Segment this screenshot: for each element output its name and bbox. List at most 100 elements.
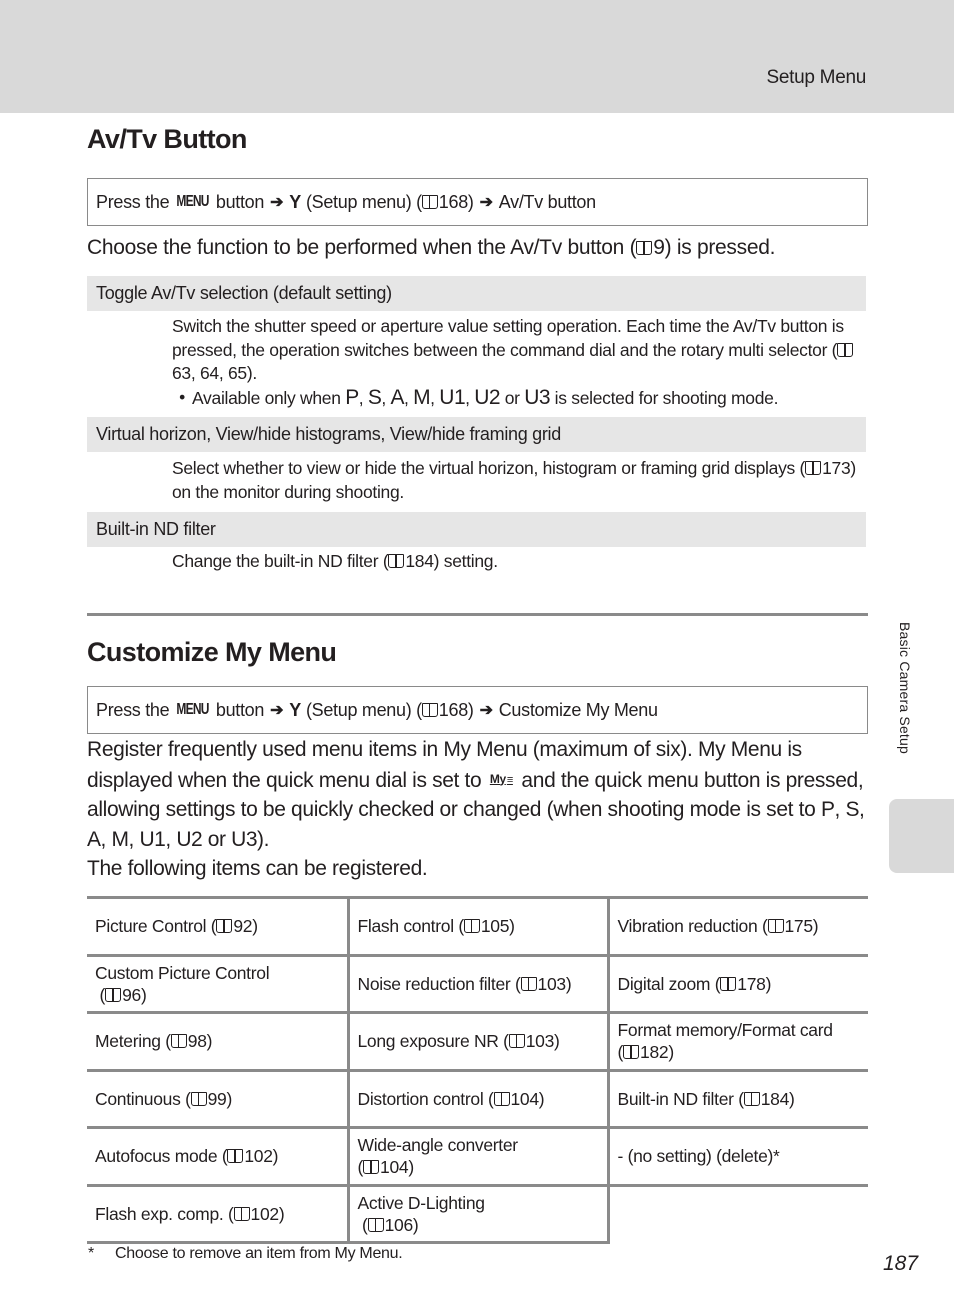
table-cell: Vibration reduction ( 175) xyxy=(608,896,868,957)
section-title-avtv: Av/Tv Button xyxy=(87,124,247,154)
nav-prefix: Press the xyxy=(96,191,170,212)
mode-u1-icon: U1 xyxy=(439,385,466,409)
table-cell xyxy=(608,1183,868,1243)
item-label: Format memory/Format card xyxy=(617,1020,833,1041)
intro-text: Choose the function to be performed when… xyxy=(87,236,637,259)
item-label: Flash exp. comp. ( xyxy=(95,1203,234,1224)
book-icon xyxy=(837,342,854,357)
book-icon xyxy=(421,195,438,209)
mode-m-icon: M xyxy=(111,827,130,851)
table-cell: Wide-angle converter(104) xyxy=(348,1126,610,1187)
book-icon xyxy=(367,1217,384,1232)
or-text: or xyxy=(504,387,520,408)
item-ref: 104) xyxy=(510,1088,545,1109)
footnote-mark: * xyxy=(88,1245,94,1262)
item-label: Noise reduction filter ( xyxy=(357,973,521,994)
item-label: Long exposure NR ( xyxy=(357,1031,510,1052)
nav-setup-text: (Setup menu) ( xyxy=(305,699,422,720)
table-cell: Long exposure NR (103) xyxy=(348,1011,610,1072)
nav-target: Av/Tv button xyxy=(498,191,596,212)
my-menu-icon: My xyxy=(490,765,513,796)
nav-button-word: button xyxy=(215,699,265,720)
book-icon xyxy=(520,976,537,991)
item-label: Distortion control ( xyxy=(357,1088,494,1109)
item-ref: 175) xyxy=(784,916,819,937)
item-label: Continuous ( xyxy=(95,1088,191,1109)
table-cell: Distortion control ( 104) xyxy=(348,1068,610,1129)
mymenu-description: Register frequently used menu items in M… xyxy=(87,735,877,884)
para-text: ). xyxy=(257,827,270,851)
table-row: Custom Picture Control (96) Noise reducti… xyxy=(87,953,868,1014)
nav-setup-text: (Setup menu) ( xyxy=(305,191,422,212)
mode-u3-icon: U3 xyxy=(524,385,551,409)
book-icon xyxy=(767,919,784,934)
item-label: Built-in ND filter ( xyxy=(617,1088,745,1109)
item-label: Picture Control ( xyxy=(95,916,217,937)
bullet-pre: Available only when xyxy=(192,387,341,408)
arrow-right-icon: ➔ xyxy=(479,194,493,211)
table-cell: - (no setting) (delete)* xyxy=(608,1126,868,1187)
item-ref: 105) xyxy=(480,916,515,937)
nav-target: Customize My Menu xyxy=(498,699,658,720)
mode-u3-icon: U3 xyxy=(231,827,258,851)
para-text: The following items can be registered. xyxy=(87,857,428,880)
book-icon xyxy=(170,1034,187,1049)
side-tab-label: Basic Camera Setup xyxy=(897,622,913,754)
mode-p-icon: P xyxy=(345,385,359,409)
intro-ref: 9) is pressed. xyxy=(653,236,776,259)
side-tab-marker xyxy=(889,799,954,873)
menu-path-avtv: Press the MENU button ➔ Y (Setup menu) (… xyxy=(87,178,868,226)
table-cell: Custom Picture Control (96) xyxy=(87,953,350,1014)
header-band xyxy=(0,0,954,113)
table-cell: Picture Control (92) xyxy=(87,896,350,957)
item-label: Wide-angle converter xyxy=(357,1135,519,1156)
book-icon xyxy=(105,987,122,1002)
wrench-icon: Y xyxy=(289,191,301,212)
item-label: Digital zoom ( xyxy=(617,973,721,994)
table-cell: Metering ( 98) xyxy=(87,1011,350,1072)
item-ref: 106) xyxy=(384,1214,419,1235)
item-ref: 104) xyxy=(380,1157,414,1178)
item-ref: 102) xyxy=(250,1203,285,1224)
table-cell: Built-in ND filter ( 184) xyxy=(608,1068,868,1129)
table-row: Flash exp. comp. (102) Active D-Lighting … xyxy=(87,1183,868,1244)
table-cell: Flash exp. comp. ( 102) xyxy=(87,1183,350,1244)
item-ref: 178) xyxy=(737,973,772,994)
arrow-right-icon: ➔ xyxy=(270,702,284,719)
wrench-icon: Y xyxy=(289,699,301,720)
book-icon xyxy=(421,703,438,717)
bullet-item: • Available only when P, S, A, M, U1, U2… xyxy=(172,386,862,411)
table-cell: Digital zoom ( 178) xyxy=(608,953,868,1014)
option-body-display: Select whether to view or hide the virtu… xyxy=(172,457,862,504)
item-label: Flash control ( xyxy=(357,916,465,937)
table-row: Continuous ( 99) Distortion control ( 104) B… xyxy=(87,1068,868,1129)
book-icon xyxy=(493,1091,510,1106)
arrow-right-icon: ➔ xyxy=(479,702,493,719)
option-text: Change the built-in ND filter ( xyxy=(172,551,389,571)
table-cell: Flash control ( 105) xyxy=(348,896,610,957)
item-label: Vibration reduction ( xyxy=(617,916,768,937)
item-label: Autofocus mode ( xyxy=(95,1146,228,1167)
book-icon xyxy=(233,1206,250,1221)
nav-ref: 168) xyxy=(438,191,474,212)
running-head: Setup Menu xyxy=(766,67,867,88)
item-label: Active D-Lighting xyxy=(357,1192,485,1213)
bullet-dot: • xyxy=(179,386,185,407)
option-ref: 63, 64, 65). xyxy=(172,363,257,383)
item-ref-open: ( xyxy=(357,1214,368,1235)
bullet-text: Available only when P, S, A, M, U1, U2 o… xyxy=(192,385,779,409)
option-heading-toggle: Toggle Av/Tv selection (default setting) xyxy=(87,276,866,311)
nav-ref: 168) xyxy=(438,699,474,720)
item-ref: 99) xyxy=(207,1088,233,1109)
mode-p-icon: P xyxy=(820,798,835,821)
nav-prefix: Press the xyxy=(96,699,170,720)
option-heading-display: Virtual horizon, View/hide histograms, V… xyxy=(87,417,866,452)
mode-m-icon: M xyxy=(413,385,431,409)
item-ref: 182) xyxy=(640,1042,674,1063)
mode-u2-icon: U2 xyxy=(176,827,203,851)
item-ref: 184) xyxy=(760,1088,795,1109)
book-icon xyxy=(227,1149,244,1164)
item-label: Metering ( xyxy=(95,1031,171,1052)
item-ref: 98) xyxy=(187,1031,213,1052)
table-cell: Noise reduction filter (103) xyxy=(348,953,610,1014)
